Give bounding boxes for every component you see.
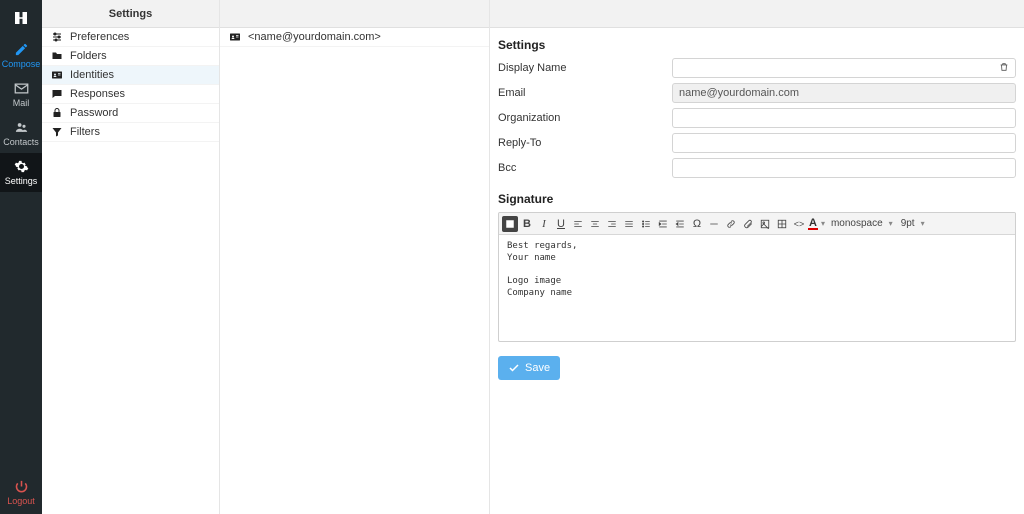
id-card-icon — [228, 30, 242, 44]
identities-list-column: <name@yourdomain.com> — [220, 0, 490, 514]
align-left-icon[interactable] — [570, 216, 586, 232]
check-icon — [508, 362, 520, 374]
reply-to-input[interactable] — [672, 133, 1016, 153]
editor-toolbar: B I U Ω — [499, 213, 1015, 235]
code-icon[interactable]: <> — [791, 216, 807, 232]
sidebar-mail[interactable]: Mail — [0, 75, 42, 114]
email-input — [672, 83, 1016, 103]
email-label: Email — [498, 87, 672, 99]
id-card-icon — [50, 68, 64, 82]
paragraph-icon[interactable] — [502, 216, 518, 232]
nav-label: Password — [70, 107, 118, 119]
brand-logo — [0, 4, 42, 32]
display-name-label: Display Name — [498, 62, 672, 74]
underline-icon[interactable]: U — [553, 216, 569, 232]
bold-icon[interactable]: B — [519, 216, 535, 232]
settings-section-title: Settings — [498, 38, 1016, 52]
settings-nav-list: Preferences Folders Identities Responses… — [42, 28, 219, 142]
contacts-icon — [13, 119, 29, 135]
nav-label: Filters — [70, 126, 100, 138]
reply-to-label: Reply-To — [498, 137, 672, 149]
organization-label: Organization — [498, 112, 672, 124]
sliders-icon — [50, 30, 64, 44]
save-button-label: Save — [525, 362, 550, 374]
font-color-picker[interactable]: A▾ — [808, 218, 825, 230]
align-justify-icon[interactable] — [621, 216, 637, 232]
outdent-icon[interactable] — [672, 216, 688, 232]
organization-input[interactable] — [672, 108, 1016, 128]
sidebar-contacts-label: Contacts — [3, 137, 39, 147]
nav-preferences[interactable]: Preferences — [42, 28, 219, 47]
link-icon[interactable] — [723, 216, 739, 232]
identity-label: <name@yourdomain.com> — [248, 31, 381, 43]
form-header-gap — [490, 0, 1024, 28]
sidebar-settings-label: Settings — [5, 176, 38, 186]
save-button[interactable]: Save — [498, 356, 560, 380]
sidebar-compose-label: Compose — [2, 59, 41, 69]
omega-icon[interactable]: Ω — [689, 216, 705, 232]
identity-form-column: Settings Display Name Email Organization — [490, 0, 1024, 514]
settings-nav-column: Settings Preferences Folders Identities … — [42, 0, 220, 514]
sidebar-logout-label: Logout — [7, 496, 35, 506]
bcc-input[interactable] — [672, 158, 1016, 178]
trash-icon[interactable] — [998, 61, 1010, 73]
settings-nav-title: Settings — [42, 0, 219, 28]
sidebar-settings[interactable]: Settings — [0, 153, 42, 192]
sidebar-mail-label: Mail — [13, 98, 30, 108]
italic-icon[interactable]: I — [536, 216, 552, 232]
lock-icon — [50, 106, 64, 120]
bullet-list-icon[interactable] — [638, 216, 654, 232]
signature-textarea[interactable]: Best regards, Your name Logo image Compa… — [499, 235, 1015, 341]
nav-folders[interactable]: Folders — [42, 47, 219, 66]
nav-label: Responses — [70, 88, 125, 100]
nav-identities[interactable]: Identities — [42, 66, 219, 85]
nav-label: Folders — [70, 50, 107, 62]
identity-item[interactable]: <name@yourdomain.com> — [220, 28, 489, 47]
nav-password[interactable]: Password — [42, 104, 219, 123]
gear-icon — [13, 158, 29, 174]
align-right-icon[interactable] — [604, 216, 620, 232]
display-name-input[interactable] — [672, 58, 1016, 78]
nav-label: Preferences — [70, 31, 129, 43]
attachment-icon[interactable] — [740, 216, 756, 232]
sidebar-logout[interactable]: Logout — [0, 473, 42, 514]
compose-icon — [13, 41, 29, 57]
nav-label: Identities — [70, 69, 114, 81]
image-icon[interactable] — [757, 216, 773, 232]
nav-responses[interactable]: Responses — [42, 85, 219, 104]
sidebar-rail: Compose Mail Contacts Settings Logout — [0, 0, 42, 514]
sidebar-contacts[interactable]: Contacts — [0, 114, 42, 153]
filter-icon — [50, 125, 64, 139]
nav-filters[interactable]: Filters — [42, 123, 219, 142]
signature-section-title: Signature — [498, 192, 1016, 206]
power-icon — [14, 479, 29, 494]
align-center-icon[interactable] — [587, 216, 603, 232]
bcc-label: Bcc — [498, 162, 672, 174]
chat-icon — [50, 87, 64, 101]
sidebar-compose[interactable]: Compose — [0, 36, 42, 75]
hr-icon[interactable] — [706, 216, 722, 232]
font-size-select[interactable]: 9pt▾ — [897, 218, 929, 229]
indent-icon[interactable] — [655, 216, 671, 232]
mail-icon — [13, 80, 29, 96]
identities-list: <name@yourdomain.com> — [220, 28, 489, 47]
identities-list-title — [220, 0, 489, 28]
table-icon[interactable] — [774, 216, 790, 232]
folder-icon — [50, 49, 64, 63]
signature-editor: B I U Ω — [498, 212, 1016, 342]
font-family-select[interactable]: monospace▾ — [827, 218, 897, 229]
